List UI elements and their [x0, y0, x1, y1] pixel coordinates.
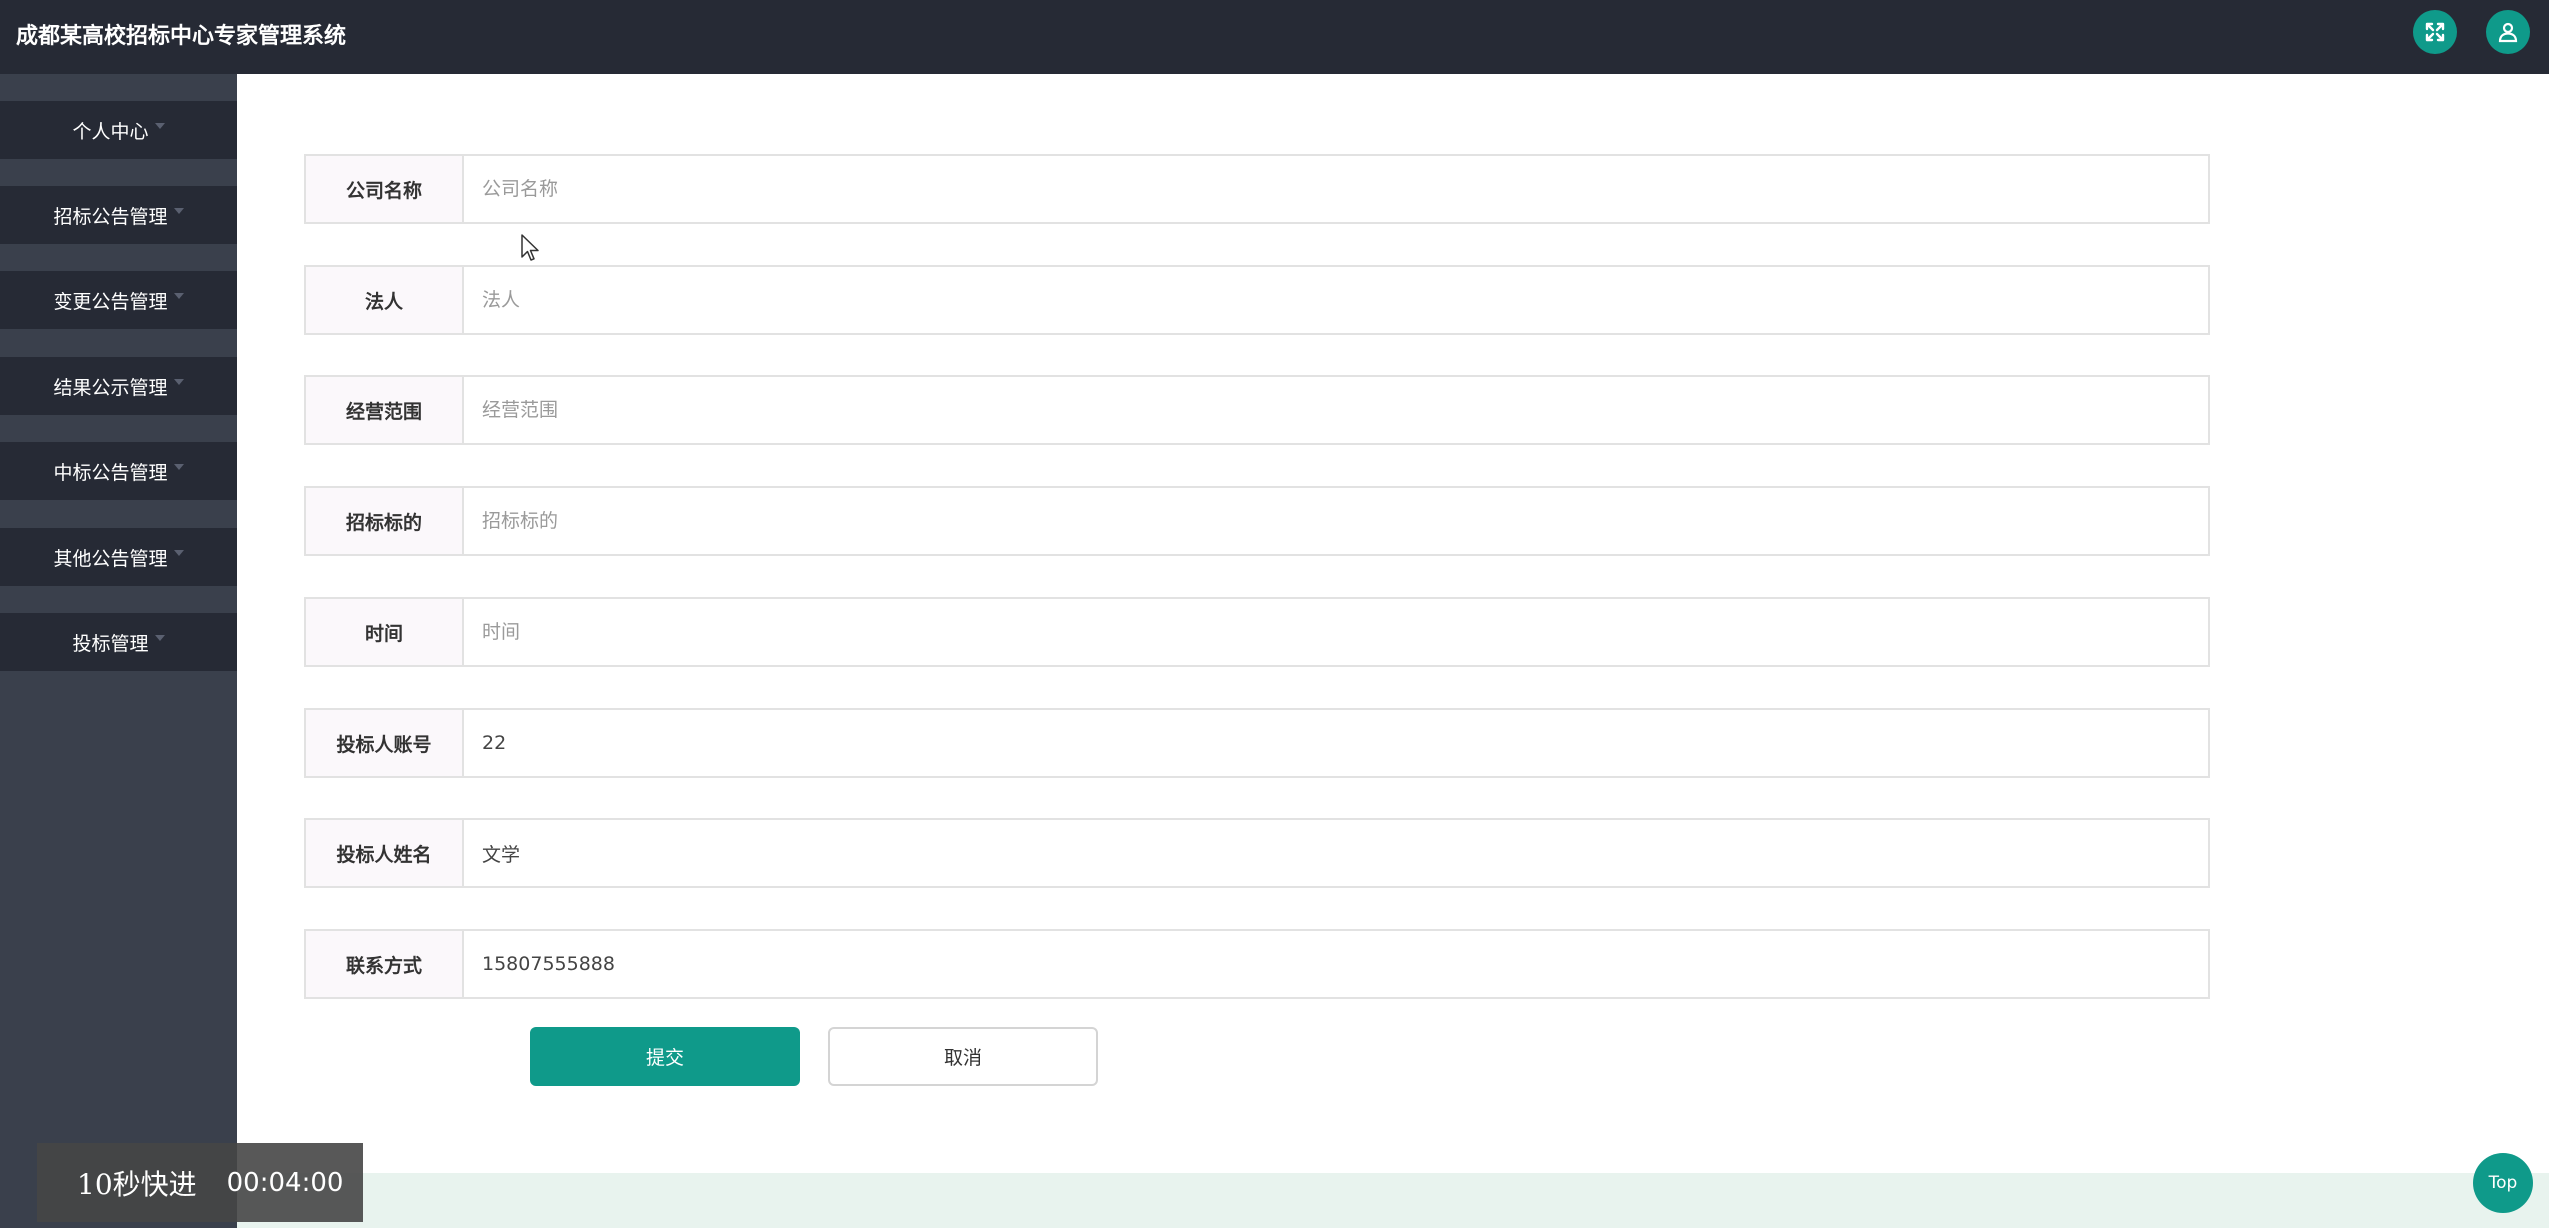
form-row-legal-person: 法人 — [304, 265, 2210, 335]
sidebar-item-label: 中标公告管理 — [53, 461, 168, 484]
sidebar-item-label: 个人中心 — [72, 120, 149, 143]
caret-down-icon — [154, 123, 165, 129]
caret-down-icon — [173, 464, 184, 470]
fullscreen-button[interactable] — [2413, 10, 2457, 54]
contact-input[interactable] — [466, 931, 2208, 997]
user-icon — [2498, 22, 2518, 43]
footer-band — [237, 1173, 2549, 1228]
field-label: 经营范围 — [306, 377, 464, 443]
field-label: 投标人姓名 — [306, 820, 464, 886]
playback-time: 00:04:00 — [226, 1167, 344, 1198]
field-label: 公司名称 — [306, 156, 464, 222]
form-row-business-scope: 经营范围 — [304, 375, 2210, 445]
cancel-button[interactable]: 取消 — [828, 1027, 1098, 1086]
sidebar-item-label: 投标管理 — [72, 632, 149, 655]
caret-down-icon — [154, 635, 165, 641]
sidebar-item-tender-notice[interactable]: 招标公告管理 — [0, 186, 237, 244]
form-row-tender-subject: 招标标的 — [304, 486, 2210, 556]
caret-down-icon — [173, 550, 184, 556]
time-input[interactable] — [466, 599, 2208, 665]
video-overlay: 10秒快进 00:04:00 — [37, 1143, 363, 1222]
legal-person-input[interactable] — [466, 267, 2208, 333]
submit-button[interactable]: 提交 — [530, 1027, 800, 1086]
field-label: 法人 — [306, 267, 464, 333]
field-label: 时间 — [306, 599, 464, 665]
company-name-input[interactable] — [466, 156, 2208, 222]
sidebar-item-bid-management[interactable]: 投标管理 — [0, 613, 237, 671]
form-row-contact: 联系方式 — [304, 929, 2210, 999]
tender-subject-input[interactable] — [466, 488, 2208, 554]
sidebar-item-label: 变更公告管理 — [53, 290, 168, 313]
caret-down-icon — [173, 379, 184, 385]
sidebar-item-result-publicity[interactable]: 结果公示管理 — [0, 357, 237, 415]
field-label: 联系方式 — [306, 931, 464, 997]
caret-down-icon — [173, 293, 184, 299]
sidebar-item-personal-center[interactable]: 个人中心 — [0, 101, 237, 159]
sidebar-item-label: 其他公告管理 — [53, 547, 168, 570]
form-row-company-name: 公司名称 — [304, 154, 2210, 224]
field-label: 投标人账号 — [306, 710, 464, 776]
user-menu-button[interactable] — [2486, 10, 2530, 54]
sidebar-item-label: 招标公告管理 — [53, 205, 168, 228]
form-row-bidder-account: 投标人账号 — [304, 708, 2210, 778]
expand-icon — [2425, 22, 2445, 42]
fast-forward-button[interactable]: 10秒快进 — [77, 1163, 197, 1203]
sidebar-item-label: 结果公示管理 — [53, 376, 168, 399]
sidebar-item-change-notice[interactable]: 变更公告管理 — [0, 271, 237, 329]
form-row-time: 时间 — [304, 597, 2210, 667]
form-row-bidder-name: 投标人姓名 — [304, 818, 2210, 888]
bidder-name-input[interactable] — [466, 820, 2208, 886]
back-to-top-button[interactable]: Top — [2473, 1153, 2533, 1213]
top-header: 成都某高校招标中心专家管理系统 — [0, 0, 2549, 74]
sidebar-item-award-notice[interactable]: 中标公告管理 — [0, 442, 237, 500]
sidebar: 个人中心 招标公告管理 变更公告管理 结果公示管理 中标公告管理 其他公告管理 … — [0, 74, 237, 1228]
business-scope-input[interactable] — [466, 377, 2208, 443]
caret-down-icon — [173, 208, 184, 214]
field-label: 招标标的 — [306, 488, 464, 554]
mouse-cursor-icon — [521, 234, 539, 261]
sidebar-item-other-notice[interactable]: 其他公告管理 — [0, 528, 237, 586]
app-title: 成都某高校招标中心专家管理系统 — [16, 23, 347, 49]
bidder-account-input[interactable] — [466, 710, 2208, 776]
